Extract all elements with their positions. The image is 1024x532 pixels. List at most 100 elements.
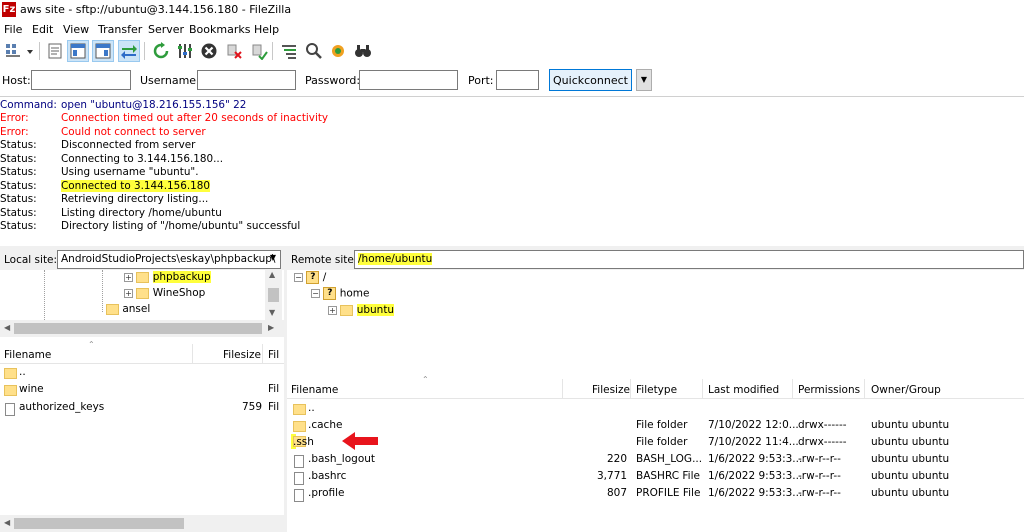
file-icon <box>5 403 15 416</box>
table-row[interactable]: .profile 807 PROFILE File 1/6/2022 9:53:… <box>287 485 1024 502</box>
menu-help[interactable]: Help <box>254 23 279 36</box>
expand-icon[interactable]: + <box>124 288 133 298</box>
local-list-header: Filename ⌃ Filesize Fil <box>0 340 284 364</box>
scroll-left-icon: ◀ <box>4 518 11 527</box>
scroll-up-icon: ▲ <box>269 270 276 279</box>
sync-browse-icon[interactable] <box>303 40 325 62</box>
process-queue-icon[interactable] <box>174 40 196 62</box>
local-dir-tree: + phpbackup + WineShop ansel ▲ ▼ <box>0 270 284 320</box>
folder-icon <box>293 421 306 432</box>
table-row[interactable]: .ssh File folder 7/10/2022 11:4... drwx-… <box>287 432 1024 451</box>
col-filetype[interactable]: Filetype <box>636 384 677 396</box>
folder-icon <box>4 368 17 379</box>
scroll-down-icon: ▼ <box>269 308 276 317</box>
log-row: Status: Listing directory /home/ubuntu <box>0 207 222 219</box>
log-row: Error: Could not connect to server <box>0 126 206 138</box>
message-log-toggle-icon[interactable] <box>44 40 66 62</box>
menu-edit[interactable]: Edit <box>32 23 53 36</box>
host-input[interactable] <box>31 70 131 90</box>
host-label: Host: <box>2 74 31 87</box>
local-tree-toggle-icon[interactable] <box>67 40 89 62</box>
tree-node-ansel[interactable]: ansel <box>106 303 150 319</box>
list-item[interactable]: .. <box>0 364 284 381</box>
refresh-icon[interactable] <box>150 40 172 62</box>
collapse-icon[interactable]: − <box>294 273 303 282</box>
col-permissions[interactable]: Permissions <box>798 384 860 396</box>
directory-compare-icon[interactable] <box>327 40 349 62</box>
file-icon <box>294 455 304 468</box>
col-filesize[interactable]: Filesize <box>223 349 261 361</box>
password-label: Password: <box>305 74 361 87</box>
site-manager-icon[interactable] <box>2 40 24 62</box>
remote-site-bar: Remote site: /home/ubuntu <box>287 249 1024 270</box>
local-site-path[interactable]: AndroidStudioProjects\eskay\phpbackup\ ▼ <box>57 250 281 269</box>
file-icon <box>294 489 304 502</box>
filter-icon[interactable] <box>278 40 300 62</box>
tree-node-wineshop[interactable]: + WineShop <box>124 287 205 303</box>
port-input[interactable] <box>496 70 539 90</box>
disconnect-icon[interactable] <box>223 40 245 62</box>
connected-highlight: Connected to 3.144.156.180 <box>61 180 211 192</box>
menu-server[interactable]: Server <box>148 23 184 36</box>
table-row[interactable]: .bashrc 3,771 BASHRC File 1/6/2022 9:53:… <box>287 468 1024 485</box>
cancel-icon[interactable] <box>198 40 220 62</box>
remote-tree-toggle-icon[interactable] <box>92 40 114 62</box>
collapse-icon[interactable]: − <box>311 289 320 298</box>
file-icon <box>294 472 304 485</box>
username-label: Username: <box>140 74 200 87</box>
folder-icon <box>136 287 150 299</box>
menu-transfer[interactable]: Transfer <box>98 23 142 36</box>
local-tree-hscroll[interactable]: ◀ ▶ <box>0 320 284 337</box>
list-item[interactable]: wine Fil <box>0 381 284 398</box>
chevron-down-icon[interactable]: ▼ <box>270 253 276 262</box>
table-row[interactable]: .. <box>287 400 1024 417</box>
folder-icon <box>106 303 119 315</box>
col-filetype[interactable]: Fil <box>268 349 279 361</box>
remote-site-label: Remote site: <box>291 254 358 266</box>
local-site-bar: Local site: AndroidStudioProjects\eskay\… <box>0 249 284 270</box>
col-filename[interactable]: Filename <box>4 349 51 361</box>
folder-icon <box>4 385 17 396</box>
menu-bookmarks[interactable]: Bookmarks <box>189 23 250 36</box>
transfer-queue-toggle-icon[interactable] <box>118 40 140 62</box>
folder-icon <box>293 404 306 415</box>
search-icon[interactable] <box>352 40 374 62</box>
quickconnect-button[interactable]: Quickconnect <box>549 69 632 91</box>
col-last-modified[interactable]: Last modified <box>708 384 779 396</box>
col-filesize[interactable]: Filesize <box>592 384 630 396</box>
remote-site-path[interactable]: /home/ubuntu <box>354 250 1024 269</box>
title-bar: Fz aws site - sftp://ubuntu@3.144.156.18… <box>0 0 1024 20</box>
col-filename[interactable]: Filename <box>291 384 338 396</box>
log-row: Command: open "ubuntu@18.216.155.156" 22 <box>0 99 247 111</box>
log-row: Status: Using username "ubuntu". <box>0 166 199 178</box>
quickconnect-dropdown-icon[interactable]: ▼ <box>636 69 652 91</box>
username-input[interactable] <box>197 70 296 90</box>
tree-node-phpbackup[interactable]: + phpbackup <box>124 271 211 287</box>
port-label: Port: <box>468 74 494 87</box>
tree-node-home[interactable]: − ? home <box>311 287 369 303</box>
scroll-left-icon: ◀ <box>4 323 11 332</box>
log-row: Status: Retrieving directory listing... <box>0 193 209 205</box>
table-row[interactable]: .bash_logout 220 BASH_LOG... 1/6/2022 9:… <box>287 451 1024 468</box>
reconnect-icon[interactable] <box>248 40 270 62</box>
expand-icon[interactable]: + <box>124 272 133 282</box>
log-row: Status: Directory listing of "/home/ubunt… <box>0 220 301 232</box>
dropdown-arrow-icon[interactable] <box>24 40 36 62</box>
unknown-folder-icon: ? <box>323 287 337 300</box>
remote-list-header: Filename ⌃ Filesize Filetype Last modifi… <box>287 375 1024 399</box>
tree-node-root[interactable]: − ? / <box>294 271 326 287</box>
expand-icon[interactable]: + <box>328 305 337 315</box>
col-owner-group[interactable]: Owner/Group <box>871 384 941 396</box>
local-tree-vscroll[interactable]: ▲ ▼ <box>265 270 282 320</box>
tree-node-ubuntu[interactable]: + ubuntu <box>328 304 395 320</box>
ssh-highlight: .ssh <box>293 436 314 448</box>
quickconnect-bar: Host: Username: Password: Port: Quickcon… <box>0 66 1024 94</box>
toolbar <box>0 38 1024 64</box>
local-list-hscroll[interactable]: ◀ <box>0 515 284 532</box>
menu-file[interactable]: File <box>4 23 22 36</box>
list-item[interactable]: authorized_keys 759 Fil <box>0 399 284 416</box>
log-row: Status: Disconnected from server <box>0 139 196 151</box>
table-row[interactable]: .cache File folder 7/10/2022 12:0... drw… <box>287 417 1024 434</box>
menu-view[interactable]: View <box>63 23 89 36</box>
password-input[interactable] <box>359 70 458 90</box>
